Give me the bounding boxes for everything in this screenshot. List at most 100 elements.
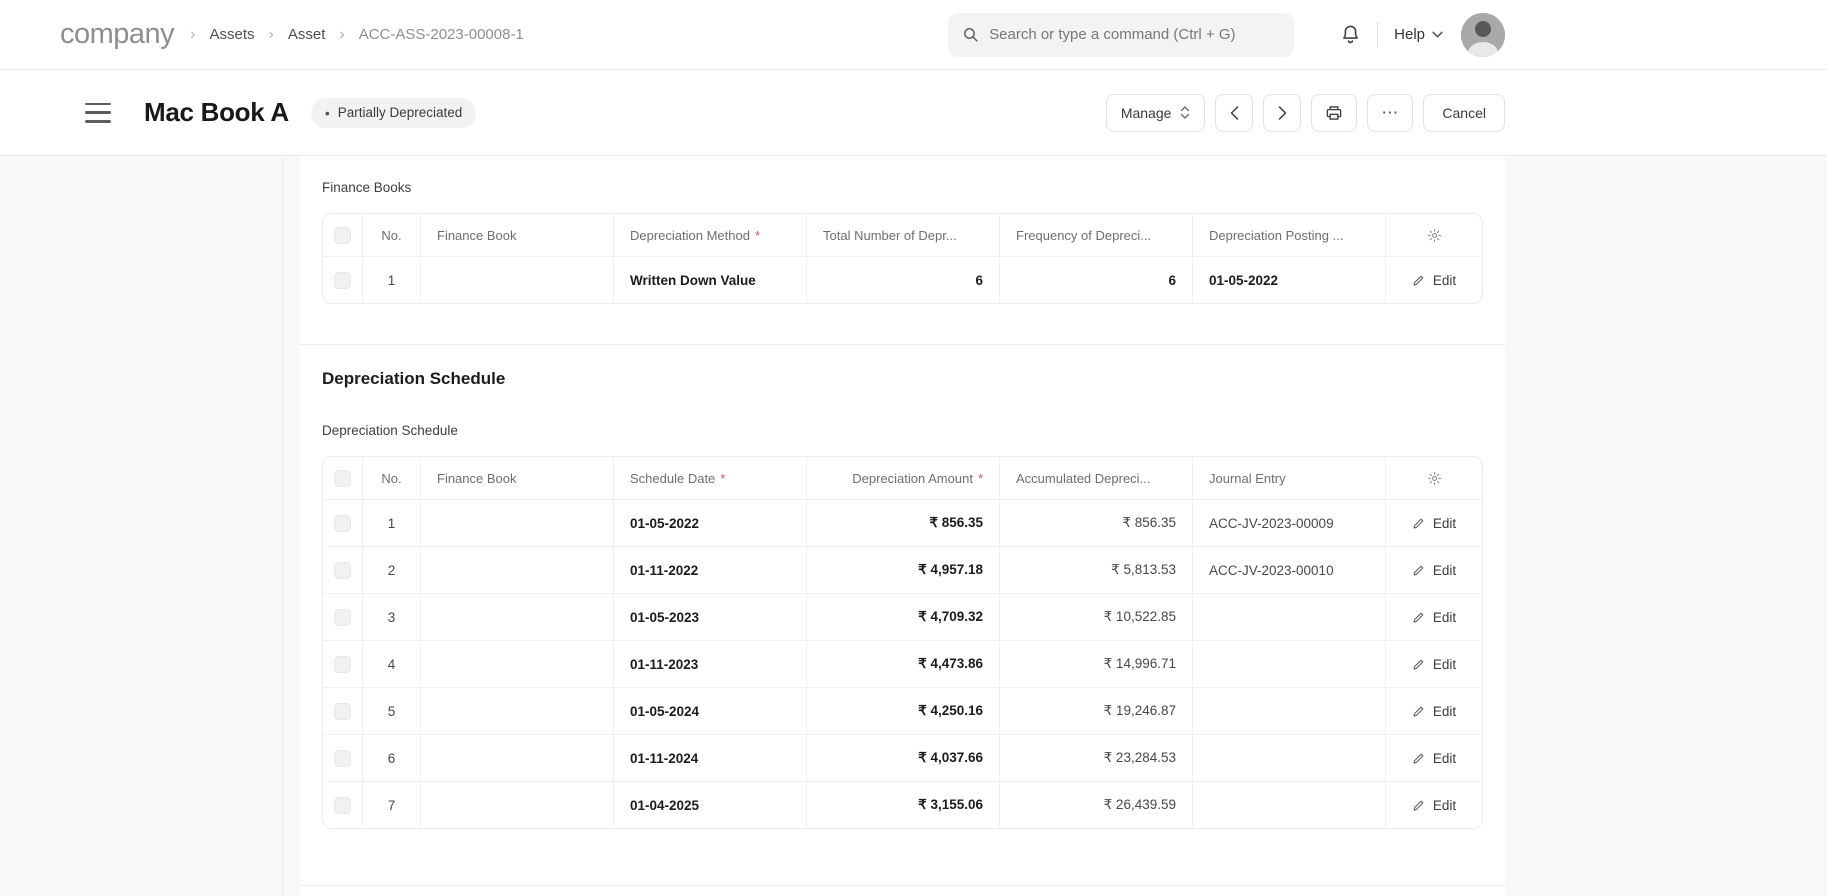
finance-book-cell[interactable] [421, 782, 614, 828]
schedule-date-cell[interactable]: 01-05-2023 [614, 594, 807, 640]
schedule-date-cell[interactable]: 01-05-2022 [614, 500, 807, 546]
finance-book-cell[interactable] [421, 688, 614, 734]
row-checkbox[interactable] [334, 515, 351, 532]
depreciation-method-cell[interactable]: Written Down Value [614, 257, 807, 303]
status-badge: • Partially Depreciated [311, 98, 476, 128]
form-sidebar [0, 156, 283, 896]
chevron-right-icon [1278, 106, 1287, 120]
column-header-frequency[interactable]: Frequency of Depreci... [1000, 214, 1193, 256]
select-all-checkbox[interactable] [334, 227, 351, 244]
breadcrumb-separator: › [339, 26, 344, 44]
column-header-accumulated-depreciation[interactable]: Accumulated Depreci... [1000, 457, 1193, 499]
help-label: Help [1394, 26, 1425, 43]
pencil-icon [1412, 517, 1425, 530]
manage-button[interactable]: Manage [1106, 94, 1206, 132]
journal-entry-cell[interactable] [1193, 688, 1386, 734]
column-header-no[interactable]: No. [363, 214, 421, 256]
accumulated-depreciation-cell[interactable]: ₹ 14,996.71 [1000, 641, 1193, 687]
accumulated-depreciation-cell[interactable]: ₹ 5,813.53 [1000, 547, 1193, 593]
journal-entry-cell[interactable] [1193, 735, 1386, 781]
grid-settings-button[interactable] [1386, 457, 1482, 499]
print-button[interactable] [1311, 94, 1357, 132]
chevron-down-icon [1432, 31, 1443, 38]
row-checkbox[interactable] [334, 656, 351, 673]
user-avatar[interactable] [1461, 13, 1505, 57]
previous-record-button[interactable] [1215, 94, 1253, 132]
edit-row-button[interactable]: Edit [1412, 516, 1456, 531]
journal-entry-cell[interactable] [1193, 594, 1386, 640]
journal-entry-cell[interactable]: ACC-JV-2023-00010 [1193, 547, 1386, 593]
depreciation-amount-cell[interactable]: ₹ 4,709.32 [807, 594, 1000, 640]
edit-row-button[interactable]: Edit [1412, 704, 1456, 719]
posting-date-cell[interactable]: 01-05-2022 [1193, 257, 1386, 303]
depreciation-amount-cell[interactable]: ₹ 856.35 [807, 500, 1000, 546]
row-checkbox[interactable] [334, 703, 351, 720]
schedule-date-cell[interactable]: 01-11-2022 [614, 547, 807, 593]
row-number-cell: 6 [363, 735, 421, 781]
global-search-input[interactable]: Search or type a command (Ctrl + G) [948, 13, 1294, 57]
edit-row-button[interactable]: Edit [1412, 798, 1456, 813]
edit-row-button[interactable]: Edit [1412, 610, 1456, 625]
depreciation-amount-cell[interactable]: ₹ 4,037.66 [807, 735, 1000, 781]
status-badge-label: Partially Depreciated [338, 105, 463, 120]
column-header-journal-entry[interactable]: Journal Entry [1193, 457, 1386, 499]
accumulated-depreciation-cell[interactable]: ₹ 26,439.59 [1000, 782, 1193, 828]
column-header-posting-date[interactable]: Depreciation Posting ... [1193, 214, 1386, 256]
edit-row-button[interactable]: Edit [1412, 273, 1456, 288]
breadcrumb-asset-link[interactable]: Asset [288, 26, 326, 43]
row-checkbox[interactable] [334, 750, 351, 767]
edit-row-button[interactable]: Edit [1412, 657, 1456, 672]
grid-settings-button[interactable] [1386, 214, 1482, 256]
company-logo[interactable]: company [60, 18, 174, 51]
column-header-depreciation-amount[interactable]: Depreciation Amount* [807, 457, 1000, 499]
select-all-checkbox[interactable] [334, 470, 351, 487]
accumulated-depreciation-cell[interactable]: ₹ 856.35 [1000, 500, 1193, 546]
help-menu[interactable]: Help [1394, 26, 1443, 43]
finance-book-cell[interactable] [421, 594, 614, 640]
edit-row-button[interactable]: Edit [1412, 563, 1456, 578]
notifications-button[interactable] [1340, 24, 1361, 45]
finance-book-cell[interactable] [421, 257, 614, 303]
column-header-no[interactable]: No. [363, 457, 421, 499]
row-checkbox[interactable] [334, 272, 351, 289]
journal-entry-cell[interactable] [1193, 782, 1386, 828]
column-header-schedule-date[interactable]: Schedule Date* [614, 457, 807, 499]
schedule-date-cell[interactable]: 01-11-2024 [614, 735, 807, 781]
schedule-date-cell[interactable]: 01-05-2024 [614, 688, 807, 734]
form-main-area: Finance Books No. Finance Book Depreciat… [283, 156, 1827, 896]
finance-book-cell[interactable] [421, 547, 614, 593]
accumulated-depreciation-cell[interactable]: ₹ 19,246.87 [1000, 688, 1193, 734]
depreciation-amount-cell[interactable]: ₹ 4,957.18 [807, 547, 1000, 593]
depreciation-schedule-label: Depreciation Schedule [322, 423, 1483, 438]
column-header-finance-book[interactable]: Finance Book [421, 214, 614, 256]
journal-entry-cell[interactable] [1193, 641, 1386, 687]
pencil-icon [1412, 658, 1425, 671]
column-header-total-depreciations[interactable]: Total Number of Depr... [807, 214, 1000, 256]
depreciation-amount-cell[interactable]: ₹ 4,473.86 [807, 641, 1000, 687]
accumulated-depreciation-cell[interactable]: ₹ 10,522.85 [1000, 594, 1193, 640]
depreciation-amount-cell[interactable]: ₹ 4,250.16 [807, 688, 1000, 734]
column-header-finance-book[interactable]: Finance Book [421, 457, 614, 499]
sidebar-toggle-button[interactable] [85, 103, 111, 123]
total-depreciations-cell[interactable]: 6 [807, 257, 1000, 303]
row-checkbox[interactable] [334, 562, 351, 579]
finance-book-cell[interactable] [421, 500, 614, 546]
row-checkbox[interactable] [334, 609, 351, 626]
edit-row-button[interactable]: Edit [1412, 751, 1456, 766]
depreciation-amount-cell[interactable]: ₹ 3,155.06 [807, 782, 1000, 828]
breadcrumb-assets-link[interactable]: Assets [210, 26, 255, 43]
schedule-date-cell[interactable]: 01-04-2025 [614, 782, 807, 828]
more-options-button[interactable]: ⋯ [1367, 94, 1413, 132]
pencil-icon [1412, 752, 1425, 765]
schedule-date-cell[interactable]: 01-11-2023 [614, 641, 807, 687]
accumulated-depreciation-cell[interactable]: ₹ 23,284.53 [1000, 735, 1193, 781]
finance-book-cell[interactable] [421, 735, 614, 781]
gear-icon [1427, 228, 1442, 243]
next-record-button[interactable] [1263, 94, 1301, 132]
cancel-button[interactable]: Cancel [1423, 94, 1505, 132]
finance-book-cell[interactable] [421, 641, 614, 687]
column-header-depreciation-method[interactable]: Depreciation Method* [614, 214, 807, 256]
journal-entry-cell[interactable]: ACC-JV-2023-00009 [1193, 500, 1386, 546]
row-checkbox[interactable] [334, 797, 351, 814]
frequency-cell[interactable]: 6 [1000, 257, 1193, 303]
